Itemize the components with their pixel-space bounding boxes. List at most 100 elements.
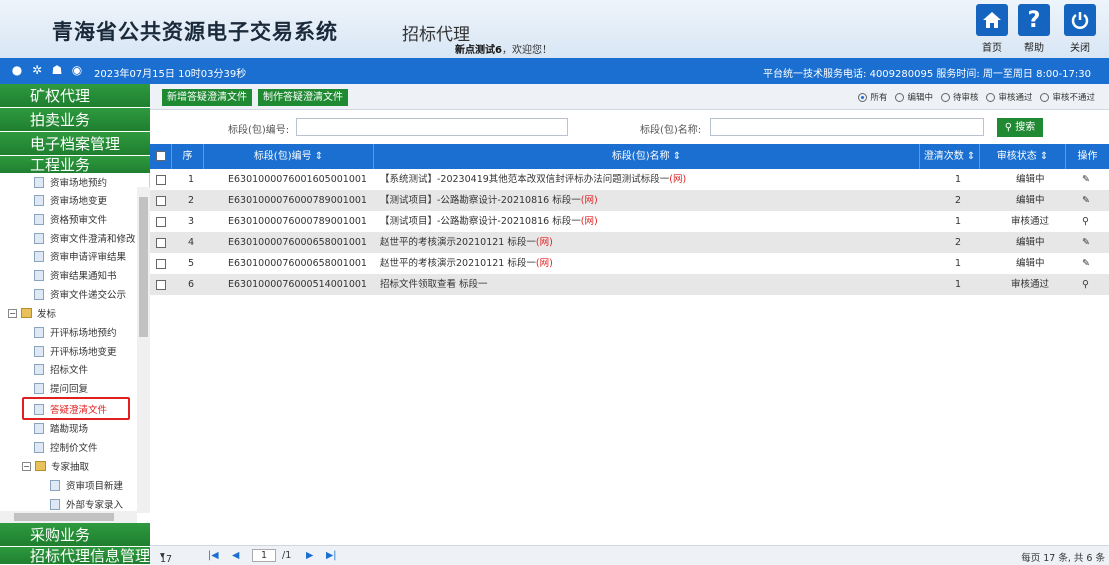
- nav-section-engineering[interactable]: 工程业务: [0, 156, 150, 174]
- scroll-thumb[interactable]: [139, 197, 148, 337]
- document-icon: [34, 422, 44, 434]
- tree-item[interactable]: 资审文件澄清和修改: [34, 229, 136, 247]
- table-row[interactable]: 3 E6301000076000789001001 【测试项目】-公路勘察设计-…: [150, 211, 1109, 232]
- add-clarification-button[interactable]: 新增答疑澄清文件: [162, 89, 252, 106]
- row-checkbox[interactable]: [156, 169, 166, 190]
- document-icon: [50, 498, 60, 510]
- row-times: 2: [955, 195, 962, 206]
- search-icon[interactable]: ⚲: [1082, 274, 1089, 295]
- row-checkbox[interactable]: [156, 190, 166, 211]
- tree-item[interactable]: 开评标场地变更: [34, 342, 117, 360]
- search-icon: ⚲: [1004, 122, 1016, 133]
- tree-item[interactable]: 提问回复: [34, 379, 88, 397]
- table-row[interactable]: 4 E6301000076000658001001 赵世平的考核演示202101…: [150, 232, 1109, 253]
- page-number-input[interactable]: 1: [252, 549, 276, 562]
- collapse-icon[interactable]: −: [22, 461, 31, 471]
- select-all-cell[interactable]: [150, 144, 172, 169]
- tree-item[interactable]: 资审场地变更: [34, 191, 107, 209]
- support-icon[interactable]: ◉: [70, 63, 84, 77]
- tree-horizontal-scrollbar[interactable]: [0, 511, 137, 523]
- row-times: 1: [955, 216, 962, 227]
- row-status: 编辑中: [1016, 174, 1045, 185]
- row-name: 【测试项目】-公路勘察设计-20210816 标段一(网): [380, 195, 598, 206]
- col-code[interactable]: 标段(包)编号 ⇕: [204, 144, 374, 169]
- edit-icon[interactable]: ✎: [1082, 190, 1090, 211]
- col-name[interactable]: 标段(包)名称 ⇕: [374, 144, 920, 169]
- document-icon: [34, 441, 44, 453]
- row-checkbox[interactable]: [156, 211, 166, 232]
- filter-editing[interactable]: 编辑中: [895, 91, 933, 103]
- edit-icon[interactable]: ✎: [1082, 169, 1090, 190]
- collapse-icon[interactable]: −: [8, 308, 17, 318]
- tree-item[interactable]: 招标文件: [34, 360, 88, 378]
- tree-item[interactable]: 资审文件递交公示: [34, 285, 126, 303]
- radio-icon: [895, 92, 905, 102]
- edit-icon[interactable]: ✎: [1082, 232, 1090, 253]
- service-info: 平台统一技术服务电话: 4009280095 服务时间: 周一至周日 8:00-…: [763, 69, 1091, 80]
- tree-item[interactable]: 控制价文件: [34, 438, 98, 456]
- help-button[interactable]: ? 帮助: [1016, 4, 1052, 56]
- row-checkbox[interactable]: [156, 232, 166, 253]
- tree-item[interactable]: 开评标场地预约: [34, 323, 117, 341]
- col-index: 序: [172, 144, 204, 169]
- last-page-icon[interactable]: ▶|: [326, 550, 337, 561]
- tree-item[interactable]: 资审申请评审结果: [34, 247, 126, 265]
- make-clarification-button[interactable]: 制作答疑澄清文件: [258, 89, 348, 106]
- row-index: 4: [188, 237, 195, 248]
- search-button[interactable]: ⚲ 搜索: [997, 118, 1043, 137]
- row-times: 1: [955, 279, 962, 290]
- document-icon: [34, 326, 44, 338]
- row-code: E6301000076000658001001: [228, 237, 367, 248]
- tree-item[interactable]: 资格预审文件: [34, 210, 107, 228]
- edit-icon[interactable]: ✎: [1082, 253, 1090, 274]
- row-checkbox[interactable]: [156, 253, 166, 274]
- home-label: 首页: [982, 43, 1002, 54]
- page-size-select[interactable]: 17 ▾: [160, 550, 172, 565]
- settings-icon[interactable]: ✲: [30, 63, 44, 77]
- filter-rejected[interactable]: 审核不通过: [1040, 91, 1095, 103]
- tree-item[interactable]: 踏勘现场: [34, 419, 88, 437]
- radio-icon: [1040, 92, 1050, 102]
- code-search-input[interactable]: [296, 118, 568, 136]
- nav-section-archive[interactable]: 电子档案管理: [0, 132, 150, 156]
- nav-section-procurement[interactable]: 采购业务: [0, 523, 150, 547]
- row-code: E6301000076000789001001: [228, 216, 367, 227]
- message-icon[interactable]: ●: [10, 63, 24, 77]
- filter-all[interactable]: 所有: [858, 91, 887, 103]
- filter-pending[interactable]: 待审核: [940, 91, 978, 103]
- help-icon: ?: [1018, 4, 1050, 36]
- home-button[interactable]: 首页: [974, 4, 1010, 56]
- tree-folder-fabiao[interactable]: − 发标: [8, 304, 56, 322]
- col-times[interactable]: 澄清次数 ⇕: [920, 144, 980, 169]
- prev-page-icon[interactable]: ◀: [232, 550, 239, 561]
- tree-item[interactable]: 资审结果通知书: [34, 266, 117, 284]
- next-page-icon[interactable]: ▶: [306, 550, 313, 561]
- scroll-thumb[interactable]: [14, 513, 114, 521]
- tree-item[interactable]: 资审项目新建: [50, 476, 123, 494]
- tree-folder-experts[interactable]: − 专家抽取: [22, 457, 89, 475]
- close-button[interactable]: 关闭: [1062, 4, 1098, 56]
- nav-section-auction[interactable]: 拍卖业务: [0, 108, 150, 132]
- table-row[interactable]: 2 E6301000076000789001001 【测试项目】-公路勘察设计-…: [150, 190, 1109, 211]
- select-all-checkbox[interactable]: [155, 151, 166, 161]
- row-status: 审核通过: [1011, 279, 1050, 290]
- org-icon[interactable]: ☗: [50, 63, 64, 77]
- table-row[interactable]: 5 E6301000076000658001001 赵世平的考核演示202101…: [150, 253, 1109, 274]
- tree-item[interactable]: 资审场地预约: [34, 173, 107, 191]
- nav-section-agent-info[interactable]: 招标代理信息管理: [0, 547, 150, 565]
- nav-section-mining[interactable]: 矿权代理: [0, 84, 150, 108]
- pager-summary: 每页 17 条, 共 6 条: [1021, 553, 1105, 564]
- first-page-icon[interactable]: |◀: [208, 550, 219, 561]
- row-name: 【测试项目】-公路勘察设计-20210816 标段一(网): [380, 216, 598, 227]
- search-icon[interactable]: ⚲: [1082, 211, 1089, 232]
- pager: 17 ▾ |◀ ◀ 1 /1 ▶ ▶| 每页 17 条, 共 6 条: [150, 545, 1109, 565]
- document-icon: [34, 232, 44, 244]
- name-search-input[interactable]: [710, 118, 984, 136]
- row-checkbox[interactable]: [156, 274, 166, 295]
- filter-approved[interactable]: 审核通过: [986, 91, 1032, 103]
- document-icon: [34, 213, 44, 225]
- tree-vertical-scrollbar[interactable]: [137, 187, 150, 513]
- col-status[interactable]: 审核状态 ⇕: [980, 144, 1066, 169]
- table-row[interactable]: 6 E6301000076000514001001 招标文件领取查看 标段一 1…: [150, 274, 1109, 295]
- table-row[interactable]: 1 E6301000076001605001001 【系统测试】-2023041…: [150, 169, 1109, 190]
